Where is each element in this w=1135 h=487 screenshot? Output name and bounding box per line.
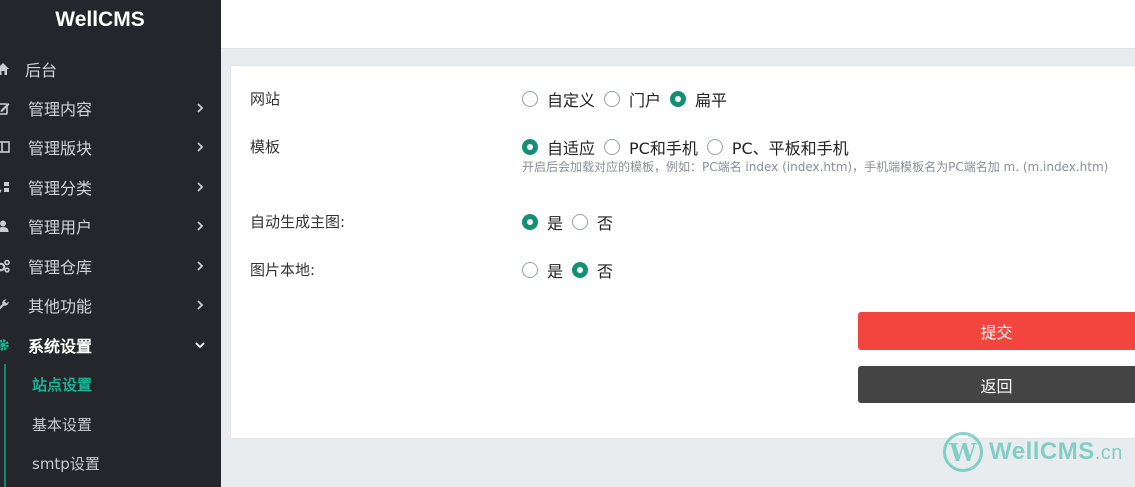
option-label: 门户 (629, 91, 662, 110)
chevron-down-icon (195, 342, 205, 349)
wrench-icon (0, 298, 10, 312)
local-images-option-yes[interactable]: 是 (522, 258, 563, 282)
radio-button[interactable] (706, 139, 723, 155)
chevron-right-icon (197, 142, 204, 152)
local-images-option-no[interactable]: 否 (572, 258, 613, 282)
sidebar-item-label: 系统设置 (28, 337, 93, 356)
website-option-portal[interactable]: 门户 (604, 87, 661, 111)
user-icon (0, 219, 10, 233)
sidebar-item-manage-users[interactable]: 管理用户 (0, 208, 221, 244)
radio-button[interactable] (604, 139, 621, 155)
local-images-radio-group: 是 否 (522, 258, 622, 282)
template-radio-group: 自适应 PC和手机 PC、平板和手机 (522, 135, 858, 159)
auto-thumbnail-label: 自动生成主图: (250, 213, 346, 231)
template-option-pc-mobile[interactable]: PC和手机 (604, 135, 698, 159)
watermark-suffix: .cn (1094, 442, 1123, 464)
columns-icon (0, 140, 10, 154)
radio-button[interactable] (604, 91, 621, 107)
watermark-text: WellCMS (989, 438, 1095, 465)
radio-button[interactable] (572, 214, 589, 230)
option-label: 扁平 (695, 91, 728, 110)
sidebar-item-label: 管理用户 (28, 218, 93, 237)
sidebar-item-system-settings[interactable]: 系统设置 (0, 327, 221, 363)
submit-button[interactable]: 提交 (858, 312, 1135, 350)
back-button[interactable]: 返回 (858, 366, 1135, 403)
option-label: 自适应 (547, 139, 596, 158)
template-option-pc-tablet-mobile[interactable]: PC、平板和手机 (706, 135, 849, 159)
option-label: PC、平板和手机 (731, 139, 849, 158)
template-option-responsive[interactable]: 自适应 (522, 135, 595, 159)
sidebar-item-manage-content[interactable]: 管理内容 (0, 90, 221, 126)
radio-button-checked[interactable] (522, 214, 538, 230)
sidebar-item-dashboard[interactable]: 后台 (0, 51, 221, 87)
sidebar-subitem-label: 基本设置 (32, 415, 93, 434)
sidebar-item-label: 管理分类 (28, 179, 93, 198)
option-label: 是 (547, 214, 564, 233)
chevron-right-icon (197, 261, 204, 271)
sidebar: WellCMS 后台 管理内容 管理版块 管理分类 管理用户 管理仓库 其他功能… (0, 0, 221, 487)
radio-button-checked[interactable] (670, 91, 687, 107)
chevron-right-icon (197, 221, 204, 231)
radio-button[interactable] (522, 262, 538, 278)
auto-thumbnail-option-yes[interactable]: 是 (522, 210, 563, 234)
sidebar-subitem-basic-settings[interactable]: 基本设置 (0, 406, 221, 442)
website-option-custom[interactable]: 自定义 (522, 87, 595, 111)
template-hint: 开启后会加载对应的模板，例如：PC端名 index (index.htm)，手机… (522, 160, 1109, 174)
auto-thumbnail-radio-group: 是 否 (522, 210, 622, 234)
chevron-right-icon (197, 103, 204, 113)
radio-button-checked[interactable] (572, 262, 589, 278)
sidebar-item-label: 管理仓库 (28, 258, 93, 277)
sidebar-subitem-label: 站点设置 (32, 375, 93, 394)
radio-button-checked[interactable] (522, 139, 538, 155)
home-icon (0, 62, 10, 76)
website-label: 网站 (250, 90, 281, 108)
website-radio-group: 自定义 门户 扁平 (522, 87, 736, 111)
chevron-right-icon (197, 182, 204, 192)
sidebar-item-manage-forums[interactable]: 管理版块 (0, 129, 221, 165)
option-label: 是 (547, 262, 564, 281)
website-option-flat[interactable]: 扁平 (670, 87, 727, 111)
template-label: 模板 (250, 138, 281, 156)
sidebar-item-label: 管理内容 (28, 100, 93, 119)
sort-icon (0, 180, 10, 194)
gear-icon (0, 338, 10, 352)
sidebar-subitem-smtp-settings[interactable]: smtp设置 (0, 445, 221, 481)
edit-icon (0, 101, 10, 115)
option-label: 否 (597, 262, 614, 281)
top-bar (221, 0, 1135, 49)
sidebar-subitem-label: smtp设置 (32, 454, 100, 473)
sidebar-item-label: 后台 (25, 61, 58, 80)
option-label: 否 (597, 214, 614, 233)
option-label: 自定义 (547, 91, 596, 110)
local-images-label: 图片本地: (250, 261, 316, 279)
sidebar-item-other-functions[interactable]: 其他功能 (0, 287, 221, 323)
wellcms-logo-icon: W (943, 432, 983, 472)
cogs-icon (0, 259, 10, 273)
wellcms-watermark: W WellCMS.cn (943, 431, 1128, 473)
chevron-right-icon (197, 300, 204, 310)
option-label: PC和手机 (629, 139, 698, 158)
sidebar-item-label: 管理版块 (28, 139, 93, 158)
sidebar-item-label: 其他功能 (28, 297, 93, 316)
sidebar-subitem-site-settings[interactable]: 站点设置 (0, 366, 221, 402)
sidebar-item-manage-warehouse[interactable]: 管理仓库 (0, 248, 221, 284)
sidebar-item-manage-categories[interactable]: 管理分类 (0, 169, 221, 205)
radio-button[interactable] (522, 91, 538, 107)
brand-logo[interactable]: WellCMS (0, 0, 200, 40)
auto-thumbnail-option-no[interactable]: 否 (572, 210, 613, 234)
